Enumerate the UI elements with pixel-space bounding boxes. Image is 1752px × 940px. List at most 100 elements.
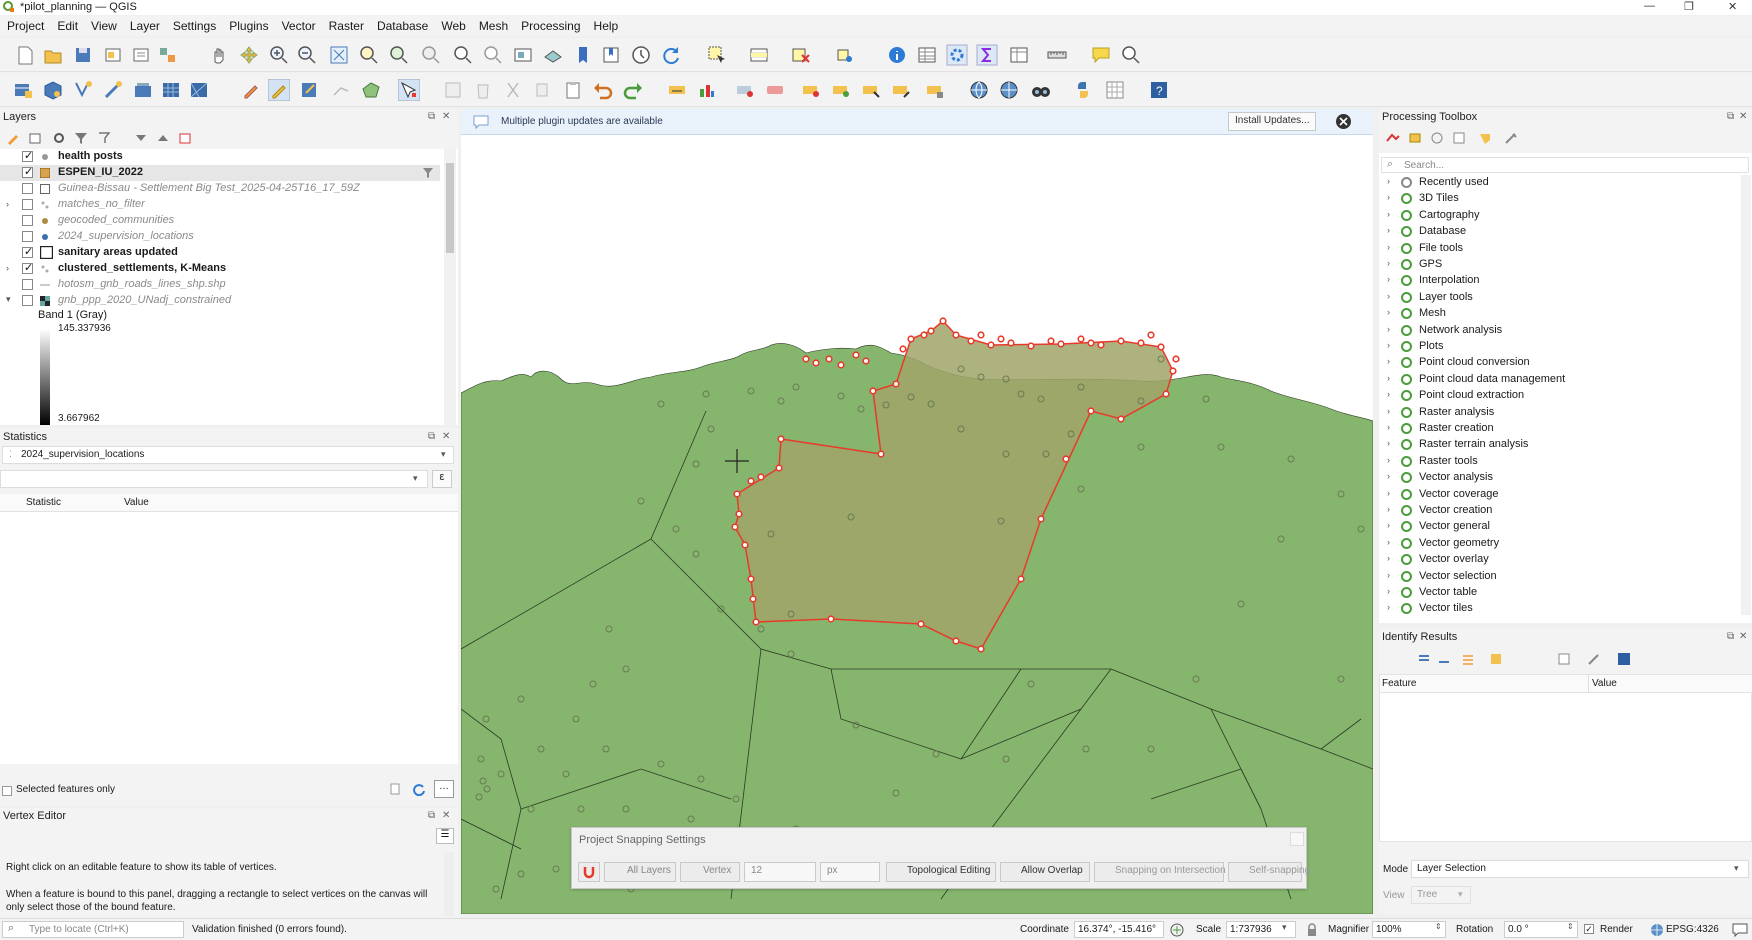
scale-dropdown-icon[interactable]: ▾	[1282, 922, 1287, 933]
toolbox-provider-point-cloud-data-management[interactable]: › Point cloud data management	[1379, 372, 1709, 388]
pan-to-selection-icon[interactable]	[238, 44, 260, 66]
style-manager-icon[interactable]	[156, 44, 178, 66]
menu-project[interactable]: Project	[0, 16, 50, 33]
modify-attributes-icon[interactable]	[442, 79, 464, 101]
layer-geocoded-communities[interactable]: geocoded_communities	[0, 213, 440, 229]
menu-plugins[interactable]: Plugins	[222, 16, 274, 33]
expand-arrow-icon[interactable]: ›	[1387, 406, 1390, 416]
add-group-icon[interactable]	[28, 131, 42, 145]
label-rule-icon[interactable]	[924, 79, 946, 101]
measure-line-icon[interactable]	[1046, 44, 1068, 66]
expand-arrow-icon[interactable]: ›	[1387, 324, 1390, 334]
redo-icon[interactable]	[622, 79, 644, 101]
layer-hotosm-roads[interactable]: hotosm_gnb_roads_lines_shp.shp	[0, 277, 440, 293]
expand-arrow-icon[interactable]: ›	[1387, 422, 1390, 432]
menu-mesh[interactable]: Mesh	[472, 16, 514, 33]
new-geopackage-icon[interactable]	[42, 79, 64, 101]
new-print-layout-icon[interactable]	[102, 44, 124, 66]
menu-settings[interactable]: Settings	[166, 16, 222, 33]
expand-arrow-icon[interactable]: ›	[1387, 553, 1390, 563]
digitize-line-icon[interactable]	[330, 79, 352, 101]
expand-arrow-icon[interactable]: ›	[1387, 586, 1390, 596]
copy-icon[interactable]	[388, 782, 402, 796]
select-features-icon[interactable]	[706, 44, 728, 66]
clear-results-icon[interactable]	[1489, 652, 1503, 666]
zoom-out-icon[interactable]	[296, 44, 318, 66]
toolbox-provider-vector-coverage[interactable]: › Vector coverage	[1379, 487, 1709, 503]
toolbox-provider-plots[interactable]: › Plots	[1379, 339, 1709, 355]
pin-labels-icon[interactable]	[734, 79, 756, 101]
more-options-button[interactable]: …	[434, 780, 454, 798]
snapping-tolerance-input[interactable]: 12	[744, 862, 816, 882]
delete-selected-icon[interactable]	[472, 79, 494, 101]
expand-arrow-icon[interactable]: ›	[6, 263, 9, 273]
layer-filter-icon[interactable]	[422, 167, 434, 179]
expand-arrow-icon[interactable]: ›	[1387, 291, 1390, 301]
expand-arrow-icon[interactable]: ›	[1387, 520, 1390, 530]
close-button[interactable]: ✕	[1728, 0, 1737, 13]
toolbox-options-icon[interactable]	[1503, 131, 1519, 145]
expand-arrow-icon[interactable]: ›	[1387, 389, 1390, 399]
new-temporary-layer-icon[interactable]	[102, 79, 124, 101]
toolbox-provider-recently-used[interactable]: › Recently used	[1379, 175, 1709, 191]
zoom-native-icon[interactable]	[420, 44, 442, 66]
vertex-editor-scrollbar[interactable]	[444, 852, 454, 916]
zoom-selection-icon[interactable]	[358, 44, 380, 66]
results-viewer-icon[interactable]	[1451, 131, 1467, 145]
toolbox-provider-interpolation[interactable]: › Interpolation	[1379, 273, 1709, 289]
toolbox-provider-database[interactable]: › Database	[1379, 224, 1709, 240]
map-canvas[interactable]: Multiple plugin updates are available In…	[461, 109, 1373, 914]
statistic-column-header[interactable]: Statistic	[26, 497, 61, 508]
attribute-table-icon[interactable]	[916, 44, 938, 66]
identify-icon[interactable]	[886, 44, 908, 66]
layer-gnb-ppp-2020[interactable]: ▾ gnb_ppp_2020_UNadj_constrained	[0, 293, 440, 309]
coordinate-toggle-icon[interactable]	[1170, 923, 1184, 937]
refresh-icon[interactable]	[660, 44, 682, 66]
toolbox-provider-vector-overlay[interactable]: › Vector overlay	[1379, 552, 1709, 568]
copy-features-icon[interactable]	[532, 79, 554, 101]
manage-map-themes-icon[interactable]	[52, 131, 66, 145]
expand-arrow-icon[interactable]: ›	[1387, 488, 1390, 498]
globe-search-icon[interactable]	[968, 79, 990, 101]
toolbox-provider-gps[interactable]: › GPS	[1379, 257, 1709, 273]
expand-arrow-icon[interactable]: ›	[1387, 537, 1390, 547]
menu-database[interactable]: Database	[370, 16, 434, 33]
vertex-tool-icon[interactable]	[398, 79, 420, 101]
pan-hand-icon[interactable]	[208, 44, 230, 66]
zoom-full-icon[interactable]	[328, 44, 350, 66]
statistics-close-button[interactable]: ✕	[442, 431, 450, 442]
add-raster-layer-icon[interactable]	[160, 79, 182, 101]
expand-arrow-icon[interactable]: ›	[1387, 209, 1390, 219]
toolbox-provider-vector-creation[interactable]: › Vector creation	[1379, 503, 1709, 519]
layers-scrollbar[interactable]	[444, 149, 456, 425]
expand-arrow-icon[interactable]: ›	[1387, 258, 1390, 268]
layer-2024-supervision-locations[interactable]: 2024_supervision_locations	[0, 229, 440, 245]
magnifier-input[interactable]: 100% ⇕	[1372, 921, 1446, 938]
self-snapping-button[interactable]: Self-snapping	[1228, 862, 1310, 882]
expand-arrow-icon[interactable]: ›	[1387, 455, 1390, 465]
rotate-label-icon[interactable]	[830, 79, 852, 101]
mode-select[interactable]: Layer Selection ▾	[1411, 860, 1749, 878]
menu-raster[interactable]: Raster	[322, 16, 370, 33]
topological-editing-button[interactable]: Topological Editing	[886, 862, 996, 882]
toolbox-provider-file-tools[interactable]: › File tools	[1379, 241, 1709, 257]
layer-diagram-icon[interactable]	[696, 79, 718, 101]
install-updates-button[interactable]: Install Updates...	[1228, 112, 1317, 131]
toolbox-scrollbar[interactable]	[1741, 175, 1751, 615]
expand-arrow-icon[interactable]: ›	[1387, 340, 1390, 350]
expand-arrow-icon[interactable]: ›	[1387, 192, 1390, 202]
toolbox-provider-raster-tools[interactable]: › Raster tools	[1379, 454, 1709, 470]
layer-visibility-checkbox[interactable]	[22, 245, 33, 258]
help-icon[interactable]	[1617, 652, 1631, 666]
render-checkbox[interactable]: ✓	[1584, 924, 1594, 934]
new-map-view-icon[interactable]	[512, 44, 534, 66]
layer-visibility-checkbox[interactable]	[22, 261, 33, 274]
layer-visibility-checkbox[interactable]	[22, 149, 33, 162]
layer-visibility-checkbox[interactable]	[22, 215, 33, 226]
expand-arrow-icon[interactable]: ›	[1387, 274, 1390, 284]
menu-help[interactable]: Help	[587, 16, 625, 33]
snapping-layers-dropdown[interactable]: All Layers	[604, 862, 676, 882]
history-icon[interactable]	[1429, 131, 1445, 145]
toolbox-provider-raster-creation[interactable]: › Raster creation	[1379, 421, 1709, 437]
identify-float-button[interactable]: ⧉	[1727, 631, 1734, 642]
